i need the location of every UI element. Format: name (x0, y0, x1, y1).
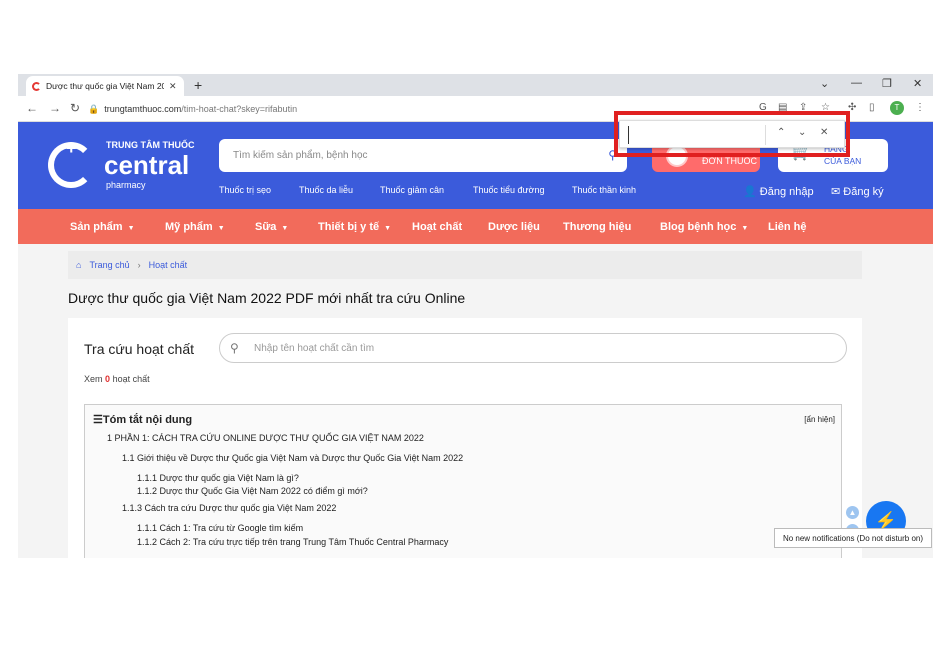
toc-item[interactable]: 1.1.1 Dược thư quốc gia Việt Nam là gì? (137, 473, 299, 483)
logo-top-text: TRUNG TÂM THUỐC (106, 140, 195, 150)
tab-title: Dược thư quốc gia Việt Nam 2022 (46, 81, 164, 91)
nav-thiet-bi-y-te[interactable]: Thiết bị y tế ▼ (318, 221, 391, 233)
nav-san-pham[interactable]: Sản phẩm ▼ (70, 221, 135, 233)
forward-icon[interactable]: → (49, 101, 61, 115)
reload-icon[interactable]: ↻ (70, 101, 80, 115)
table-of-contents: ☰Tóm tắt nội dung [ẩn hiện] 1 PHẦN 1: CÁ… (84, 404, 842, 558)
nav-thuong-hieu[interactable]: Thương hiệu (563, 221, 631, 233)
login-label: Đăng nhập (759, 186, 814, 198)
minimize-icon[interactable]: — (851, 77, 862, 89)
list-icon: ☰ (93, 414, 103, 426)
nav-sua[interactable]: Sữa ▼ (255, 221, 288, 233)
subnav-link[interactable]: Thuốc thần kinh (572, 185, 636, 195)
chevron-down-icon: ▼ (281, 225, 289, 232)
sidepanel-icon[interactable]: ▯ (869, 102, 875, 113)
register-link[interactable]: ✉ Đăng ký (831, 185, 884, 198)
result-count-value: 0 (105, 374, 111, 384)
breadcrumb: ⌂ Trang chủ › Hoạt chất (68, 251, 862, 279)
logo-main-text: central (104, 150, 190, 180)
subnav-link[interactable]: Thuốc giảm cân (380, 185, 444, 195)
toc-item[interactable]: 1.1.3 Cách tra cứu Dược thư quốc gia Việ… (122, 503, 336, 513)
url-domain: trungtamthuoc.com (104, 104, 182, 114)
logo-plus-icon: + (66, 138, 77, 158)
toc-item[interactable]: 1.1.1 Cách 1: Tra cứu từ Google tìm kiếm (137, 523, 303, 533)
lock-icon: 🔒 (88, 103, 100, 114)
menu-kebab-icon[interactable]: ⋮ (915, 102, 925, 113)
chevron-down-icon: ▼ (217, 225, 225, 232)
new-tab-button[interactable]: + (194, 77, 202, 93)
toc-toggle-link[interactable]: [ẩn hiện] (804, 415, 835, 424)
breadcrumb-separator: › (137, 260, 141, 270)
tab-search-icon[interactable]: ⌄ (820, 77, 829, 90)
nav-lien-he[interactable]: Liên hệ (768, 221, 807, 233)
register-label: Đăng ký (843, 186, 884, 198)
login-link[interactable]: 👤 Đăng nhập (743, 185, 814, 198)
nav-duoc-lieu[interactable]: Dược liệu (488, 221, 540, 233)
browser-tab[interactable]: Dược thư quốc gia Việt Nam 2022 ✕ (26, 76, 184, 96)
chevron-down-icon: ▼ (384, 225, 392, 232)
site-favicon-icon (32, 81, 41, 91)
address-bar[interactable]: 🔒 trungtamthuoc.com/tim-hoat-chat?skey=r… (88, 99, 628, 119)
breadcrumb-current[interactable]: Hoạt chất (149, 260, 188, 270)
subnav-link[interactable]: Thuốc trị sẹo (219, 185, 271, 195)
chevron-down-icon: ▼ (127, 225, 135, 232)
nav-blog-benh-hoc[interactable]: Blog bệnh học ▼ (660, 221, 748, 233)
window-close-icon[interactable]: ✕ (913, 77, 922, 90)
site-search-placeholder: Tìm kiếm sản phẩm, bệnh học (233, 150, 368, 161)
content-card: Tra cứu hoạt chất ⚲ Nhập tên hoạt chất c… (68, 318, 862, 558)
logo-sub-text: pharmacy (106, 180, 146, 190)
toc-item[interactable]: 1.1 Giới thiệu về Dược thư Quốc gia Việt… (122, 453, 463, 463)
tab-strip: Dược thư quốc gia Việt Nam 2022 ✕ + ⌄ — … (18, 74, 933, 96)
lookup-title: Tra cứu hoạt chất (84, 341, 195, 357)
tab-close-icon[interactable]: ✕ (169, 81, 177, 92)
subnav-link[interactable]: Thuốc da liễu (299, 185, 353, 195)
home-icon[interactable]: ⌂ (76, 260, 81, 270)
toc-item[interactable]: 1.1.2 Cách 2: Tra cứu trực tiếp trên tra… (137, 537, 448, 547)
toc-title: ☰Tóm tắt nội dung (93, 414, 193, 426)
ingredient-search-placeholder: Nhập tên hoạt chất cần tìm (254, 342, 375, 354)
scroll-up-icon[interactable]: ▲ (846, 506, 859, 519)
annotation-highlight-box (614, 111, 850, 157)
breadcrumb-home[interactable]: Trang chủ (89, 260, 129, 270)
subnav-link[interactable]: Thuốc tiểu đường (473, 185, 544, 195)
profile-avatar[interactable]: T (890, 101, 904, 115)
main-nav: Sản phẩm ▼ Mỹ phẩm ▼ Sữa ▼ Thiết bị y tế ▼ H… (18, 209, 933, 244)
notification-tooltip: No new notifications (Do not disturb on) (774, 528, 932, 548)
page-title: Dược thư quốc gia Việt Nam 2022 PDF mới … (68, 290, 466, 306)
toc-item[interactable]: 1.1.2 Dược thư Quốc Gia Việt Nam 2022 có… (137, 486, 368, 496)
site-search-input[interactable]: Tìm kiếm sản phẩm, bệnh học ⚲ (219, 139, 627, 172)
envelope-icon: ✉ (831, 186, 841, 198)
search-icon: ⚲ (230, 341, 239, 355)
ingredient-search-input[interactable]: ⚲ Nhập tên hoạt chất cần tìm (219, 333, 847, 363)
maximize-icon[interactable]: ❐ (882, 77, 892, 90)
back-icon[interactable]: ← (26, 101, 38, 115)
url-path: /tim-hoat-chat?skey=rifabutin (181, 104, 298, 114)
user-icon: 👤 (743, 186, 757, 198)
nav-hoat-chat[interactable]: Hoạt chất (412, 221, 462, 233)
chevron-down-icon: ▼ (741, 225, 749, 232)
toc-item[interactable]: 1 PHẦN 1: CÁCH TRA CỨU ONLINE DƯỢC THƯ Q… (107, 433, 424, 443)
nav-my-pham[interactable]: Mỹ phẩm ▼ (165, 221, 225, 233)
result-count: Xem 0 hoạt chất (84, 374, 150, 384)
prescription-label: ĐƠN THUỐC (702, 156, 758, 166)
